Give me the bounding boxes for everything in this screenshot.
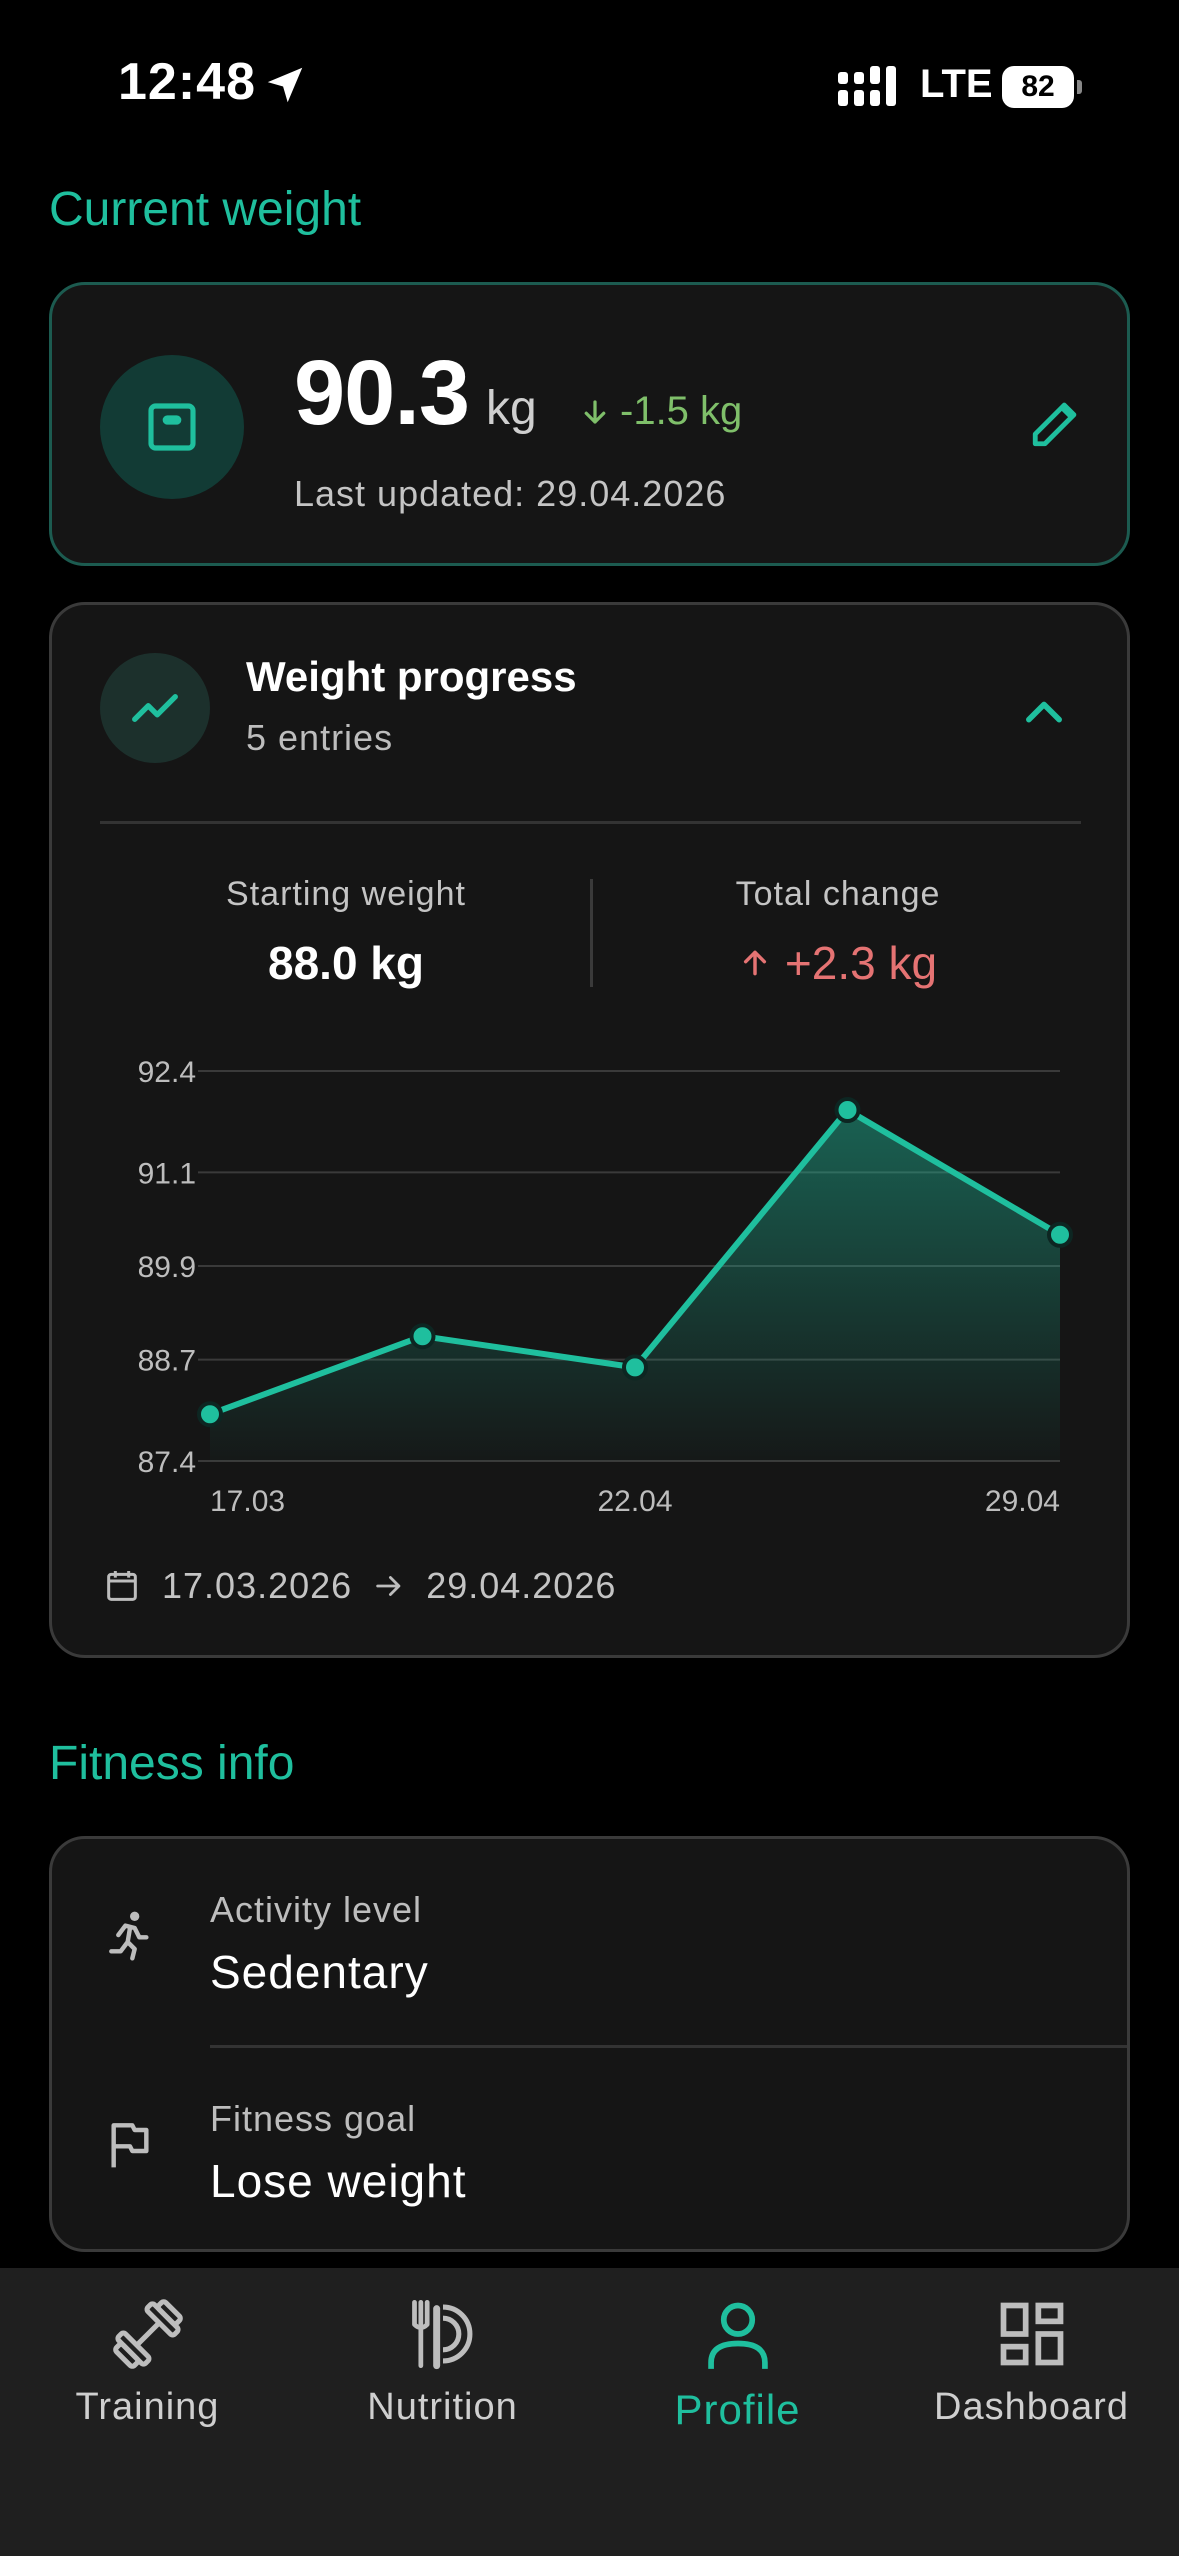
nav-item-profile[interactable]: Profile [590, 2268, 885, 2468]
y-tick-label: 88.7 [138, 1345, 196, 1378]
y-tick-label: 92.4 [138, 1056, 196, 1089]
fitness-goal-label: Fitness goal [210, 2098, 417, 2139]
fitness-info-card: Activity level Sedentary Fitness goal Lo… [49, 1836, 1130, 2252]
network-type: LTE [920, 62, 993, 106]
current-weight-card: 90.3 kg -1.5 kg Last updated: 29.04.2026 [49, 282, 1130, 566]
running-icon [109, 1911, 149, 1961]
divider [100, 821, 1081, 824]
calendar-icon [107, 1571, 137, 1601]
scale-icon [148, 403, 196, 451]
flag-icon [111, 2123, 149, 2168]
chevron-up-icon[interactable] [1018, 685, 1070, 737]
nav-item-training[interactable]: Training [0, 2268, 295, 2468]
date-range: 17.03.2026 29.04.2026 [102, 1565, 616, 1607]
weight-chart: 92.4 91.1 89.9 88.7 87.4 17.03 22.04 29.04 [138, 1056, 1073, 1518]
total-change-stat: Total change +2.3 kg [638, 875, 1038, 990]
chart-point [409, 1323, 436, 1350]
chart-point [834, 1097, 861, 1123]
scale-icon-circle [100, 355, 244, 499]
nav-label-training: Training [75, 2386, 220, 2428]
entries-count: 5 entries [246, 717, 394, 758]
activity-level-value: Sedentary [210, 1946, 429, 1998]
y-tick-label: 91.1 [138, 1157, 196, 1190]
signal-icon [838, 66, 896, 106]
fitness-goal-row[interactable]: Fitness goal Lose weight [52, 2048, 1127, 2249]
arrow-up-icon [743, 950, 766, 976]
nav-label-dashboard: Dashboard [934, 2386, 1129, 2428]
y-tick-label: 87.4 [138, 1446, 196, 1479]
trend-icon-circle [100, 653, 210, 763]
weight-unit: kg [486, 382, 537, 435]
location-arrow-icon [267, 67, 303, 103]
date-start: 17.03.2026 [162, 1565, 353, 1606]
dumbbell-icon [113, 2299, 183, 2369]
chart-point [1047, 1221, 1073, 1248]
activity-level-label: Activity level [210, 1889, 423, 1930]
date-end: 29.04.2026 [426, 1565, 617, 1606]
nav-label-profile: Profile [674, 2386, 801, 2433]
edit-pencil-icon[interactable] [1028, 393, 1086, 451]
total-change-value: +2.3 kg [784, 937, 938, 989]
weight-progress-card: Weight progress 5 entries Starting weigh… [49, 602, 1130, 1658]
total-change-label: Total change [735, 875, 941, 913]
weight-delta-value: -1.5 kg [620, 389, 743, 433]
last-updated: Last updated: 29.04.2026 [294, 473, 727, 514]
status-bar: 12:48 LTE 82 [0, 0, 1179, 176]
stat-divider [590, 879, 593, 987]
x-tick-label: 17.03 [210, 1485, 285, 1518]
battery-level: 82 [1002, 66, 1074, 108]
trending-up-icon [132, 694, 178, 722]
person-icon [708, 2302, 768, 2369]
status-time: 12:48 [118, 53, 256, 111]
chart-point [622, 1354, 648, 1381]
x-tick-label: 22.04 [597, 1485, 672, 1518]
y-tick-label: 89.9 [138, 1251, 196, 1284]
bottom-nav: Training Nutrition Profile Dashboard [0, 2268, 1179, 2556]
total-change-row: +2.3 kg [638, 936, 1038, 990]
starting-weight-stat: Starting weight 88.0 kg [146, 875, 546, 990]
x-tick-label: 29.04 [985, 1485, 1060, 1518]
battery-icon: 82 [1002, 66, 1082, 108]
weight-progress-title: Weight progress [246, 653, 577, 700]
current-weight-title: Current weight [49, 183, 362, 236]
starting-weight-label: Starting weight [226, 875, 466, 913]
fitness-goal-value: Lose weight [210, 2155, 467, 2207]
fitness-info-title: Fitness info [49, 1737, 295, 1790]
nav-label-nutrition: Nutrition [367, 2386, 518, 2428]
starting-weight-value: 88.0 kg [268, 937, 424, 989]
arrow-down-icon [584, 399, 606, 424]
chart-point [197, 1401, 223, 1428]
nav-item-nutrition[interactable]: Nutrition [295, 2268, 590, 2468]
nav-item-dashboard[interactable]: Dashboard [884, 2268, 1179, 2468]
utensils-icon [412, 2299, 473, 2370]
activity-level-row[interactable]: Activity level Sedentary [52, 1839, 1127, 2048]
dashboard-icon [1000, 2302, 1064, 2366]
arrow-right-icon [376, 1576, 401, 1596]
weight-value: 90.3 [294, 342, 470, 444]
weight-delta: -1.5 kg [580, 389, 742, 434]
